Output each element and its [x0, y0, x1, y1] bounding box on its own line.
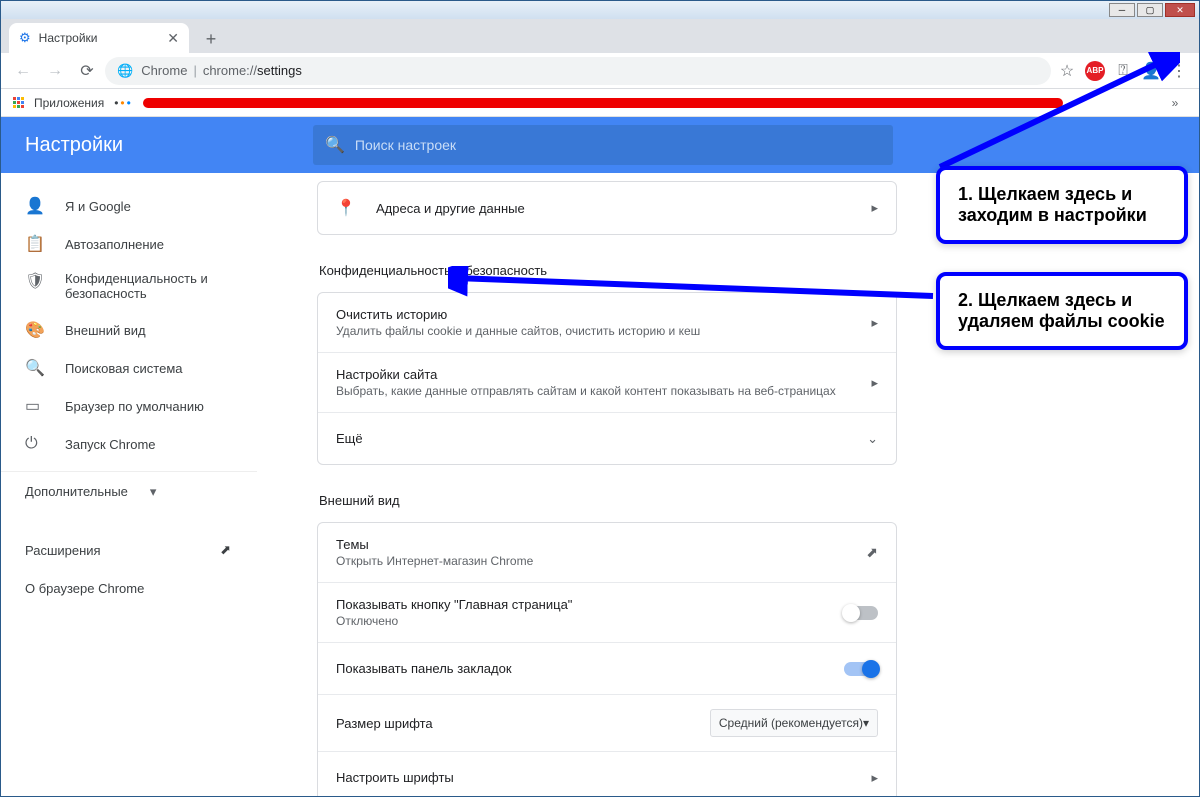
section-appearance-title: Внешний вид [319, 493, 897, 508]
apps-label[interactable]: Приложения [34, 96, 104, 110]
back-button[interactable]: ← [9, 57, 37, 85]
settings-sidebar: 👤Я и Google 📋Автозаполнение 🛡Конфиденциа… [1, 117, 257, 796]
close-tab-icon[interactable]: ✕ [167, 30, 179, 47]
callout-1: 1. Щелкаем здесь и заходим в настройки [936, 166, 1188, 244]
chevron-down-icon: ⌄ [867, 431, 878, 447]
card-appearance: ТемыОткрыть Интернет-магазин Chrome ⬈ По… [317, 522, 897, 796]
card-addresses: 📍 Адреса и другие данные ▸ [317, 181, 897, 235]
omnibox-page: settings [257, 63, 302, 78]
minimize-button[interactable]: ─ [1109, 3, 1135, 17]
row-more[interactable]: Ещё ⌄ [318, 412, 896, 464]
reload-button[interactable]: ⟳ [73, 57, 101, 85]
chevron-right-icon: ▸ [871, 770, 878, 786]
tab-title: Настройки [39, 31, 98, 45]
window-titlebar: ─ ▢ ✕ [1, 1, 1199, 19]
settings-title: Настройки [1, 134, 313, 157]
tab-strip: ⚙ Настройки ✕ + [1, 19, 1199, 53]
chevron-down-icon: ▾ [863, 716, 869, 730]
magnify-icon: 🔍 [25, 358, 43, 378]
sidebar-advanced[interactable]: Дополнительные▾ [1, 471, 257, 511]
chevron-down-icon: ▾ [150, 484, 157, 500]
omnibox-prefix: Chrome [141, 63, 187, 78]
sidebar-about[interactable]: О браузере Chrome [1, 569, 257, 607]
person-icon: 👤 [25, 196, 43, 216]
apps-icon[interactable] [13, 97, 24, 108]
card-privacy: Очистить историюУдалить файлы cookie и д… [317, 292, 897, 465]
row-site-settings[interactable]: Настройки сайтаВыбрать, какие данные отп… [318, 352, 896, 412]
toggle-home[interactable] [844, 606, 878, 620]
search-icon: 🔍 [325, 135, 345, 155]
omnibox-path: chrome:// [203, 63, 257, 78]
redacted-bookmark-bar [143, 98, 1063, 108]
sidebar-item-default[interactable]: ▭Браузер по умолчанию [1, 387, 257, 425]
row-home-button[interactable]: Показывать кнопку "Главная страница"Откл… [318, 582, 896, 642]
dropdown-font-size[interactable]: Средний (рекомендуется)▾ [710, 709, 878, 737]
sidebar-item-privacy[interactable]: 🛡Конфиденциальность и безопасность [1, 263, 257, 311]
settings-search[interactable]: 🔍 [313, 125, 893, 165]
close-window-button[interactable]: ✕ [1165, 3, 1195, 17]
row-font-size: Размер шрифта Средний (рекомендуется)▾ [318, 694, 896, 751]
pin-icon: 📍 [336, 198, 356, 218]
sidebar-item-appearance[interactable]: 🎨Внешний вид [1, 311, 257, 349]
new-tab-button[interactable]: + [197, 25, 225, 53]
toggle-bookmarks[interactable] [844, 662, 878, 676]
sidebar-item-startup[interactable]: ⏻Запуск Chrome [1, 425, 257, 463]
sidebar-item-autofill[interactable]: 📋Автозаполнение [1, 225, 257, 263]
gear-icon: ⚙ [19, 30, 31, 46]
power-icon: ⏻ [25, 435, 43, 453]
row-customize-fonts[interactable]: Настроить шрифты ▸ [318, 751, 896, 796]
sidebar-item-people[interactable]: 👤Я и Google [1, 187, 257, 225]
sidebar-item-search[interactable]: 🔍Поисковая система [1, 349, 257, 387]
maximize-button[interactable]: ▢ [1137, 3, 1163, 17]
address-bar[interactable]: 🌐 Chrome | chrome://settings [105, 57, 1051, 85]
callout-2: 2. Щелкаем здесь и удаляем файлы cookie [936, 272, 1188, 350]
chevron-right-icon: ▸ [871, 375, 878, 391]
launch-icon: ⬈ [220, 542, 231, 558]
row-themes[interactable]: ТемыОткрыть Интернет-магазин Chrome ⬈ [318, 523, 896, 582]
chevron-right-icon: ▸ [871, 315, 878, 331]
row-addresses[interactable]: 📍 Адреса и другие данные ▸ [318, 182, 896, 234]
sidebar-extensions[interactable]: Расширения⬈ [1, 531, 257, 569]
clipboard-icon: 📋 [25, 234, 43, 254]
annotation-arrow-1 [930, 52, 1180, 172]
forward-button[interactable]: → [41, 57, 69, 85]
shield-icon: 🛡 [25, 271, 43, 291]
palette-icon: 🎨 [25, 320, 43, 340]
bookmark-dots: ••• [114, 96, 133, 110]
row-bookmark-bar[interactable]: Показывать панель закладок [318, 642, 896, 694]
globe-icon: 🌐 [117, 63, 133, 79]
annotation-arrow-2 [448, 266, 938, 306]
launch-icon: ⬈ [866, 544, 878, 561]
browser-tab[interactable]: ⚙ Настройки ✕ [9, 23, 189, 53]
settings-search-input[interactable] [355, 137, 881, 153]
browser-icon: ▭ [25, 396, 43, 416]
chevron-right-icon: ▸ [871, 200, 878, 216]
